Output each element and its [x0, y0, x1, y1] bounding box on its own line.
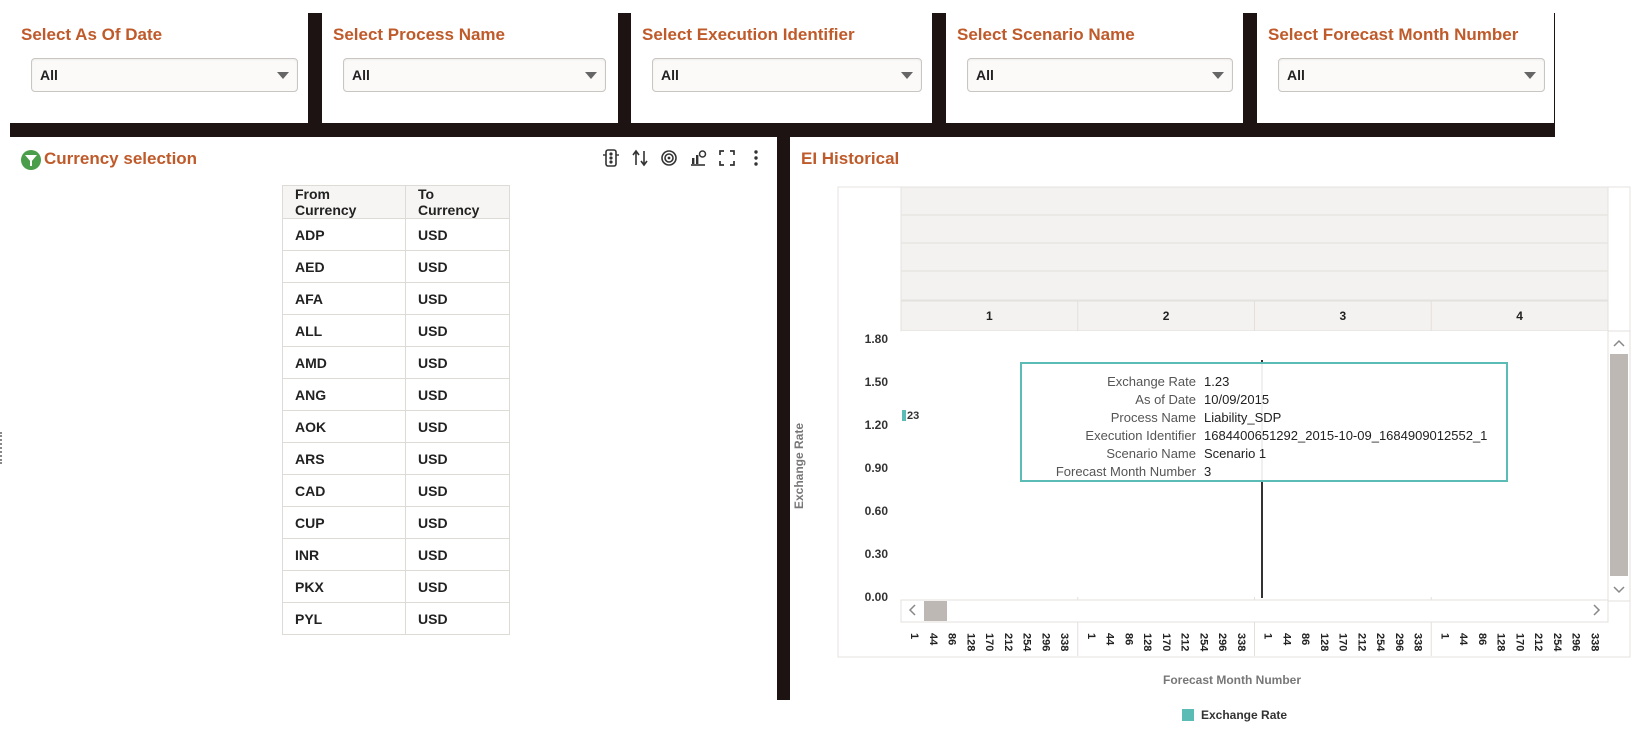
x-tick-label: 254: [1197, 633, 1209, 652]
x-tick-label: 44: [1280, 633, 1292, 646]
vertical-scrollbar-thumb: [1610, 354, 1628, 576]
x-tick-label: 170: [1160, 633, 1172, 651]
x-tick-label: 44: [1457, 633, 1469, 646]
x-tick-label: 170: [1513, 633, 1525, 651]
x-tick-label: 338: [1235, 633, 1247, 651]
y-tick-label: 1.50: [865, 375, 889, 389]
x-tick-label: 338: [1058, 633, 1070, 651]
y-tick-label: 0.90: [865, 461, 889, 475]
x-tick-label: 296: [1393, 633, 1405, 651]
tooltip-key: Execution Identifier: [1085, 428, 1196, 443]
y-tick-label: 1.80: [865, 332, 889, 346]
dashboard-canvas: Select As Of Date All Select Process Nam…: [0, 0, 1651, 742]
facet-label: 3: [1340, 309, 1347, 323]
x-tick-label: 1: [1262, 633, 1274, 639]
tooltip-value: Scenario 1: [1204, 446, 1267, 461]
chart-tooltip: Exchange Rate 1.23 As of Date 10/09/2015 Pro…: [1020, 362, 1508, 482]
tooltip-key: Forecast Month Number: [1055, 464, 1196, 479]
x-tick-label: 86: [1476, 633, 1488, 645]
x-tick-label: 128: [1141, 633, 1153, 651]
tooltip-value: 3: [1204, 464, 1212, 479]
x-tick-label: 212: [1179, 633, 1191, 651]
tooltip-key: Exchange Rate: [1107, 374, 1196, 389]
panel-resize-handle[interactable]: [0, 432, 7, 464]
x-tick-label: 1: [1085, 633, 1097, 639]
facet-label: 4: [1516, 309, 1523, 323]
y-tick-label: 1.20: [865, 418, 889, 432]
x-tick-label: 212: [1002, 633, 1014, 651]
data-marker: [902, 410, 906, 421]
legend-swatch: [1182, 709, 1194, 721]
x-tick-label: 86: [1299, 633, 1311, 645]
x-tick-label: 254: [1374, 633, 1386, 652]
x-axis-title: Forecast Month Number: [1163, 673, 1302, 687]
x-tick-label: 254: [1551, 633, 1563, 652]
tooltip-value: Liability_SDP: [1204, 410, 1282, 425]
x-tick-label: 170: [983, 633, 995, 651]
tooltip-key: Scenario Name: [1106, 446, 1196, 461]
chart-legend: Exchange Rate: [1182, 708, 1287, 722]
tooltip-value: 10/09/2015: [1204, 392, 1270, 407]
tooltip-value: 1684400651292_2015-10-09_1684909012552_1: [1204, 428, 1488, 443]
x-tick-label: 296: [1039, 633, 1051, 651]
x-tick-label: 254: [1021, 633, 1033, 652]
x-tick-label: 170: [1337, 633, 1349, 651]
x-tick-label: 128: [964, 633, 976, 651]
facet-label: 2: [1163, 309, 1170, 323]
data-label: 23: [907, 410, 919, 422]
x-tick-label: 128: [1495, 633, 1507, 651]
x-tick-label: 1: [1438, 633, 1450, 639]
x-tick-label: 338: [1412, 633, 1424, 651]
x-tick-label: 86: [1122, 633, 1134, 645]
legend-label: Exchange Rate: [1201, 708, 1288, 722]
x-tick-label: 296: [1216, 633, 1228, 651]
y-tick-label: 0.60: [865, 504, 889, 518]
x-tick-label: 338: [1588, 633, 1600, 651]
x-tick-label: 296: [1570, 633, 1582, 651]
x-tick-label: 86: [946, 633, 958, 645]
horizontal-scrollbar: [900, 599, 1609, 623]
y-axis-title: Exchange Rate: [792, 422, 806, 510]
tooltip-value: 1.23: [1204, 374, 1230, 389]
tooltip-key: As of Date: [1135, 392, 1196, 407]
y-tick-label: 0.30: [865, 547, 889, 561]
x-tick-label: 212: [1532, 633, 1544, 651]
x-tick-label: 128: [1318, 633, 1330, 651]
tooltip-key: Process Name: [1110, 410, 1196, 425]
facet-label: 1: [986, 309, 993, 323]
x-tick-label: 44: [1104, 633, 1116, 646]
x-tick-label: 44: [927, 633, 939, 646]
x-tick-label: 1: [908, 633, 920, 639]
x-tick-label: 212: [1355, 633, 1367, 651]
horizontal-scrollbar-thumb: [924, 601, 947, 621]
y-tick-label: 0.00: [865, 590, 889, 604]
